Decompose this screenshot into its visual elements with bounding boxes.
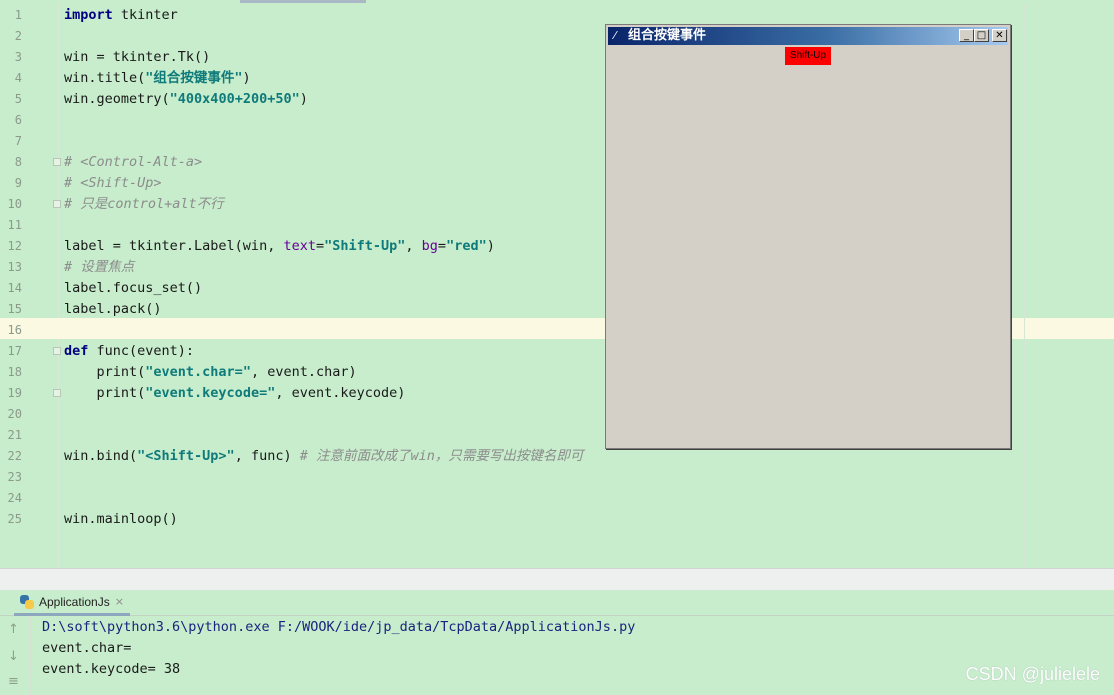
code-line[interactable]: 1 import tkinter xyxy=(0,5,1114,26)
code-text: win.title("组合按键事件") xyxy=(64,70,251,86)
line-number: 20 xyxy=(7,407,22,421)
line-number: 5 xyxy=(14,92,22,106)
close-icon[interactable]: × xyxy=(115,595,124,608)
watermark: CSDN @julielele xyxy=(965,664,1100,684)
code-text: label.focus_set() xyxy=(64,280,203,296)
shift-up-label: Shift-Up xyxy=(785,47,831,65)
line-number: 3 xyxy=(14,50,22,64)
line-number: 25 xyxy=(7,512,22,526)
arrow-up-icon[interactable]: ↑ xyxy=(8,622,19,637)
minimize-button[interactable]: _ xyxy=(959,29,974,42)
line-number: 9 xyxy=(14,176,22,190)
line-number: 21 xyxy=(7,428,22,442)
line-number: 6 xyxy=(14,113,22,127)
tk-titlebar[interactable]: ⁄ 组合按键事件 _ □ ✕ xyxy=(608,27,1008,45)
line-number: 11 xyxy=(7,218,22,232)
close-button[interactable]: ✕ xyxy=(992,29,1007,42)
run-tab-applicationjs[interactable]: ApplicationJs × xyxy=(14,590,130,616)
run-console[interactable]: ↑ ↓ ≡ D:\soft\python3.6\python.exe F:/WO… xyxy=(0,616,1114,695)
code-text: win.geometry("400x400+200+50") xyxy=(64,91,308,107)
run-tool-tabs: ApplicationJs × xyxy=(0,590,1114,616)
line-number: 18 xyxy=(7,365,22,379)
fold-marker-icon[interactable] xyxy=(53,158,61,166)
line-number: 8 xyxy=(14,155,22,169)
line-number: 24 xyxy=(7,491,22,505)
line-number: 13 xyxy=(7,260,22,274)
console-command-line: D:\soft\python3.6\python.exe F:/WOOK/ide… xyxy=(42,619,636,635)
code-text: label = tkinter.Label(win, text="Shift-U… xyxy=(64,238,495,254)
code-text: print("event.keycode=", event.keycode) xyxy=(64,385,406,401)
console-output-line: event.keycode= 38 xyxy=(42,661,181,677)
console-output-line: event.char= xyxy=(42,640,140,656)
line-number: 23 xyxy=(7,470,22,484)
code-text: print("event.char=", event.char) xyxy=(64,364,357,380)
code-text: # 设置焦点 xyxy=(64,259,135,275)
tkinter-window[interactable]: ⁄ 组合按键事件 _ □ ✕ Shift-Up xyxy=(605,24,1011,449)
line-number: 19 xyxy=(7,386,22,400)
fold-marker-icon[interactable] xyxy=(53,200,61,208)
feather-icon: ⁄ xyxy=(614,29,616,42)
code-text: def func(event): xyxy=(64,343,195,359)
arrow-down-icon[interactable]: ↓ xyxy=(8,649,19,664)
line-number: 1 xyxy=(14,8,22,22)
line-number: 16 xyxy=(7,323,22,337)
code-text: import tkinter xyxy=(64,7,178,23)
line-number: 4 xyxy=(14,71,22,85)
line-number: 7 xyxy=(14,134,22,148)
maximize-button[interactable]: □ xyxy=(974,29,989,42)
line-number: 10 xyxy=(7,197,22,211)
line-number: 17 xyxy=(7,344,22,358)
python-icon xyxy=(20,594,34,609)
fold-marker-icon[interactable] xyxy=(53,389,61,397)
code-text: win = tkinter.Tk() xyxy=(64,49,211,65)
console-toolbar: ↑ ↓ ≡ xyxy=(0,616,31,695)
code-line[interactable]: 23 xyxy=(0,467,1114,488)
fold-marker-icon[interactable] xyxy=(53,347,61,355)
soft-wrap-icon[interactable]: ≡ xyxy=(8,674,19,689)
code-text: # <Shift-Up> xyxy=(64,175,162,191)
line-number: 22 xyxy=(7,449,22,463)
run-tab-label: ApplicationJs xyxy=(39,594,110,609)
code-text: win.mainloop() xyxy=(64,511,178,527)
line-number: 15 xyxy=(7,302,22,316)
panel-divider[interactable] xyxy=(0,568,1114,590)
code-text: # 只是control+alt不行 xyxy=(64,196,224,212)
code-text: # <Control-Alt-a> xyxy=(64,154,203,170)
code-line[interactable]: 25 win.mainloop() xyxy=(0,509,1114,530)
line-number: 2 xyxy=(14,29,22,43)
code-text: win.bind("<Shift-Up>", func) # 注意前面改成了wi… xyxy=(64,448,584,464)
code-line[interactable]: 24 xyxy=(0,488,1114,509)
line-number: 12 xyxy=(7,239,22,253)
code-text: label.pack() xyxy=(64,301,162,317)
tk-window-title: 组合按键事件 xyxy=(628,28,707,43)
line-number: 14 xyxy=(7,281,22,295)
code-line[interactable]: 22 win.bind("<Shift-Up>", func) # 注意前面改成了… xyxy=(0,446,1114,467)
